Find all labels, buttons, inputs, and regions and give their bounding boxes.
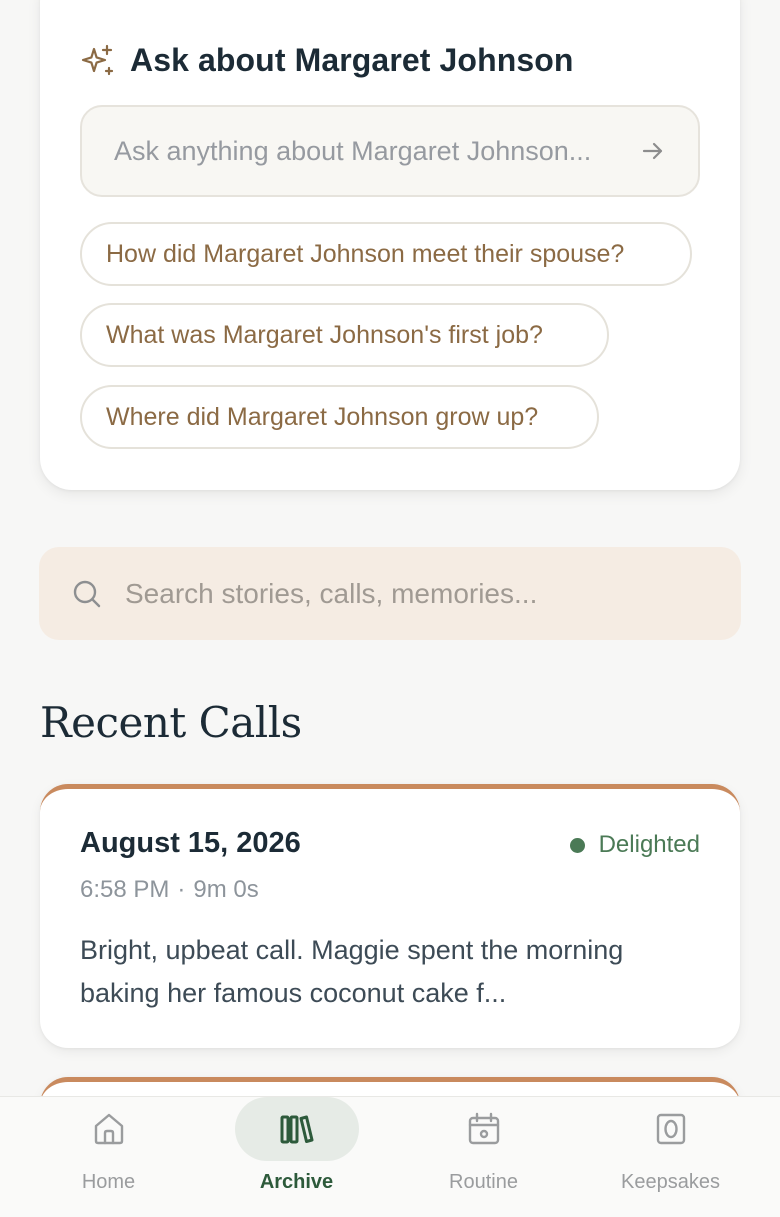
- keepsakes-icon: [656, 1113, 685, 1145]
- bottom-nav: Home Archive Routine Keepsakes: [0, 1096, 780, 1217]
- ask-card: Ask about Margaret Johnson How did Marga…: [40, 0, 740, 490]
- archive-icon: [280, 1115, 313, 1144]
- nav-item-keepsakes[interactable]: Keepsakes: [573, 1097, 768, 1217]
- call-summary: Bright, upbeat call. Maggie spent the mo…: [80, 935, 624, 1008]
- nav-icon-wrap: [234, 1097, 359, 1161]
- suggestion-chip[interactable]: Where did Margaret Johnson grow up?: [80, 385, 599, 449]
- nav-label: Keepsakes: [621, 1171, 720, 1193]
- nav-icon-wrap: [609, 1097, 733, 1161]
- nav-item-home[interactable]: Home: [11, 1097, 206, 1217]
- suggestion-chip[interactable]: What was Margaret Johnson's first job?: [80, 303, 609, 367]
- meta-separator: ·: [177, 876, 186, 903]
- mood-label: Delighted: [598, 831, 700, 858]
- ask-title: Ask about Margaret Johnson: [130, 42, 574, 78]
- nav-item-routine[interactable]: Routine: [386, 1097, 581, 1217]
- nav-label: Archive: [259, 1171, 334, 1193]
- home-icon: [94, 1113, 123, 1145]
- nav-icon-wrap: [422, 1097, 546, 1161]
- ask-title-row: Ask about Margaret Johnson: [80, 42, 574, 79]
- sparkle-icon: [81, 44, 114, 75]
- call-meta: 6:58 PM · 9m 0s: [80, 876, 259, 904]
- search-icon: [73, 580, 101, 607]
- archive-screen: Ask about Margaret Johnson How did Marga…: [0, 0, 780, 1217]
- call-date: August 15, 2026: [80, 827, 301, 859]
- calendar-icon: [468, 1112, 499, 1145]
- section-title-recent-calls: Recent Calls: [40, 698, 302, 747]
- nav-label: Routine: [449, 1171, 518, 1193]
- mood-badge: Delighted: [569, 831, 700, 859]
- call-time: 6:58 PM: [80, 876, 170, 903]
- nav-label: Home: [81, 1171, 136, 1193]
- ask-input[interactable]: [114, 135, 640, 167]
- call-card[interactable]: August 15, 2026 Delighted 6:58 PM · 9m 0…: [40, 784, 740, 1048]
- call-duration: 9m 0s: [193, 876, 259, 903]
- search-bar[interactable]: [39, 547, 741, 640]
- nav-item-archive[interactable]: Archive: [199, 1097, 394, 1217]
- ask-input-box[interactable]: [80, 105, 700, 197]
- suggestion-chip[interactable]: How did Margaret Johnson meet their spou…: [80, 222, 692, 286]
- mood-dot-icon: [569, 837, 585, 853]
- nav-icon-wrap: [47, 1097, 171, 1161]
- arrow-right-icon[interactable]: [640, 138, 666, 164]
- search-input[interactable]: [125, 577, 741, 610]
